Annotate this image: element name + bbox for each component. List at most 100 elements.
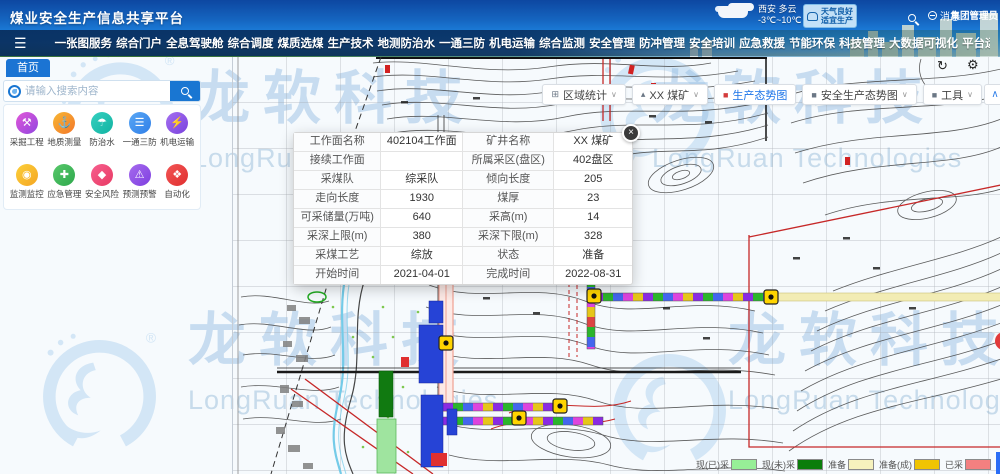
toolbar-region-stats-label: 区域统计 [563,87,607,103]
popup-value: 328 [554,228,632,246]
nav-menu: 一张图服务综合门户全息驾驶舱综合调度煤质选煤生产技术地测防治水一通三防机电运输综… [53,35,990,51]
nav-item-一张图服务[interactable]: 一张图服务 [53,35,115,51]
nav-item-科技管理[interactable]: 科技管理 [837,35,887,51]
nav-item-地测防治水[interactable]: 地测防治水 [376,35,438,51]
popup-label: 开始时间 [294,266,381,284]
toolbar-region-stats[interactable]: ⊞区域统计∨ [542,84,625,105]
toolbar-region-stats-icon: ⊞ [551,89,559,100]
nav-item-防冲管理[interactable]: 防冲管理 [637,35,687,51]
toolbar-tools[interactable]: ■工具∨ [923,84,982,105]
nav-item-全息驾驶舱[interactable]: 全息驾驶舱 [164,35,226,51]
toolbar-safety-production-situation-icon: ■ [811,90,816,100]
legend-label: 已采 [945,458,963,471]
nav-item-应急救援[interactable]: 应急救援 [737,35,787,51]
quick-entry-label: 安全风险 [83,188,121,200]
legend-label: 现(未)采 [762,458,795,471]
cloud-icon [718,6,748,18]
user-account[interactable]: 集团管理员 [950,8,998,22]
toolbar-production-situation-label: 生产态势图 [732,87,787,103]
toolbar-mine-select[interactable]: ▴XX 煤矿∨ [632,84,708,105]
search-bar [3,80,201,102]
nav-item-综合调度[interactable]: 综合调度 [226,35,276,51]
umbrella-icon: ☂ [91,112,113,134]
chevron-down-icon: ∨ [693,90,699,99]
quick-entry-label: 应急管理 [46,188,84,200]
popup-value: 380 [381,228,463,246]
main-nav: ☰ 一张图服务综合门户全息驾驶舱综合调度煤质选煤生产技术地测防治水一通三防机电运… [0,30,1000,56]
toolbar-mine-select-label: XX 煤矿 [649,87,689,103]
legend-label: 准备(成) [879,458,912,471]
quick-entry-地质测量[interactable]: ⚓ 地质测量 [46,112,84,158]
mining-icon: ⚒ [16,112,38,134]
nav-item-节能环保[interactable]: 节能环保 [787,35,837,51]
toolbar-collapse-button[interactable]: ∧ [984,84,1000,105]
quick-entry-label: 防治水 [83,136,121,148]
banner-search-button[interactable] [908,9,916,27]
quick-entry-采掘工程[interactable]: ⚒采掘工程 [8,112,46,158]
tab-home[interactable]: 首页 [6,59,50,77]
quick-entry-安全风险[interactable]: ◆安全风险 [83,164,121,210]
legend-swatch [965,459,991,470]
toolbar-production-situation-icon: ■ [723,90,728,100]
popup-value: 2021-04-01 [381,266,463,284]
map-legend: 现(已)采现(未)采准备准备(成)已采 [696,458,996,471]
nav-item-安全管理[interactable]: 安全管理 [587,35,637,51]
quick-entry-预测预警[interactable]: ⚠ 预测预警 [121,164,159,210]
quick-entry-一通三防[interactable]: ☰一通三防 [121,112,159,158]
nav-item-大数据可视化[interactable]: 大数据可视化 [887,35,960,51]
nav-item-安全培训[interactable]: 安全培训 [687,35,737,51]
nav-item-一通三防[interactable]: 一通三防 [437,35,487,51]
search-button[interactable] [170,81,200,101]
popup-value: 综放 [381,247,463,265]
monitor-icon: ◉ [16,164,38,186]
registered-mark: ® [165,57,175,68]
first-aid-icon: ✚ [53,164,75,186]
legend-swatch [914,459,940,470]
quick-entry-label: 预测预警 [121,188,159,200]
toolbar-production-situation[interactable]: ■ 生产态势图 [714,84,796,105]
warning-icon: ⚠ [129,164,151,186]
nav-item-煤质选煤[interactable]: 煤质选煤 [276,35,326,51]
weather-text: 西安 多云 -3℃~10℃ [758,4,801,26]
nav-item-机电运输[interactable]: 机电运输 [487,35,537,51]
popup-value: 1930 [381,190,463,208]
quick-entry-机电运输[interactable]: ⚡机电运输 [158,112,196,158]
popup-label: 状态 [463,247,554,265]
chevron-down-icon: ∨ [902,90,908,99]
popup-label: 倾向长度 [463,171,554,189]
nav-item-生产技术[interactable]: 生产技术 [326,35,376,51]
popup-row: 开始时间2021-04-01完成时间2022-08-31 [294,266,632,284]
quick-entry-应急管理[interactable]: ✚ 应急管理 [46,164,84,210]
popup-value: 640 [381,209,463,227]
hamburger-menu-icon[interactable]: ☰ [14,35,27,52]
nav-item-平台运维[interactable]: 平台运维 [960,35,990,51]
search-input[interactable] [25,85,170,97]
popup-row: 走向长度1930煤厚23 [294,190,632,209]
legend-swatch [848,459,874,470]
quick-entry-防治水[interactable]: ☂ 防治水 [83,112,121,158]
quick-entry-label: 地质测量 [46,136,84,148]
popup-value: 2022-08-31 [554,266,632,284]
quick-entry-监测监控[interactable]: ◉监测监控 [8,164,46,210]
popup-value: 23 [554,190,632,208]
workface-info-popup: × 工作面名称402104工作面矿井名称XX 煤矿接续工作面所属采区(盘区)40… [293,132,633,285]
nav-item-综合门户[interactable]: 综合门户 [114,35,164,51]
popup-row: 可采储量(万吨)640采高(m)14 [294,209,632,228]
popup-value: 14 [554,209,632,227]
legend-swatch [797,459,823,470]
popup-label: 走向长度 [294,190,381,208]
quick-entry-label: 机电运输 [158,136,196,148]
gear-icon[interactable]: ⚙ [967,57,979,73]
anchor-icon: ⚓ [53,112,75,134]
quick-entry-label: 自动化 [158,188,196,200]
nav-item-综合监测[interactable]: 综合监测 [537,35,587,51]
legend-label: 准备 [828,458,846,471]
close-icon[interactable]: × [622,124,640,142]
toolbar-safety-production-situation-label: 安全生产态势图 [821,87,898,103]
popup-label: 采深上限(m) [294,228,381,246]
popup-value: XX 煤矿 [554,133,632,151]
toolbar-safety-production-situation[interactable]: ■ 安全生产态势图 ∨ [802,84,916,105]
refresh-icon[interactable]: ↻ [937,58,948,74]
quick-icon-grid: ⚒采掘工程⚓地质测量☂防治水☰一通三防⚡机电运输◉监测监控✚应急管理◆安全风险⚠… [3,104,201,210]
quick-entry-自动化[interactable]: ❖自动化 [158,164,196,210]
